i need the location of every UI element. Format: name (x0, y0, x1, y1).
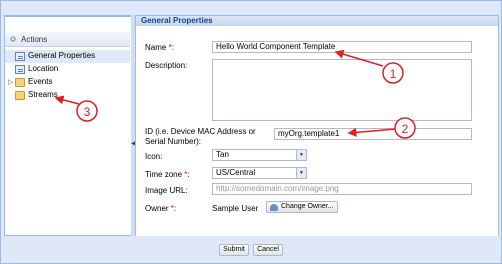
annotation-3: 3 (54, 95, 98, 122)
annotation-2: 2 (347, 117, 416, 139)
annotation-1: 1 (334, 49, 404, 84)
annotation-number: 1 (390, 67, 397, 81)
annotation-number: 2 (402, 122, 409, 136)
annotation-number: 3 (84, 105, 91, 119)
annotation-overlay: 1 2 3 (54, 49, 416, 139)
